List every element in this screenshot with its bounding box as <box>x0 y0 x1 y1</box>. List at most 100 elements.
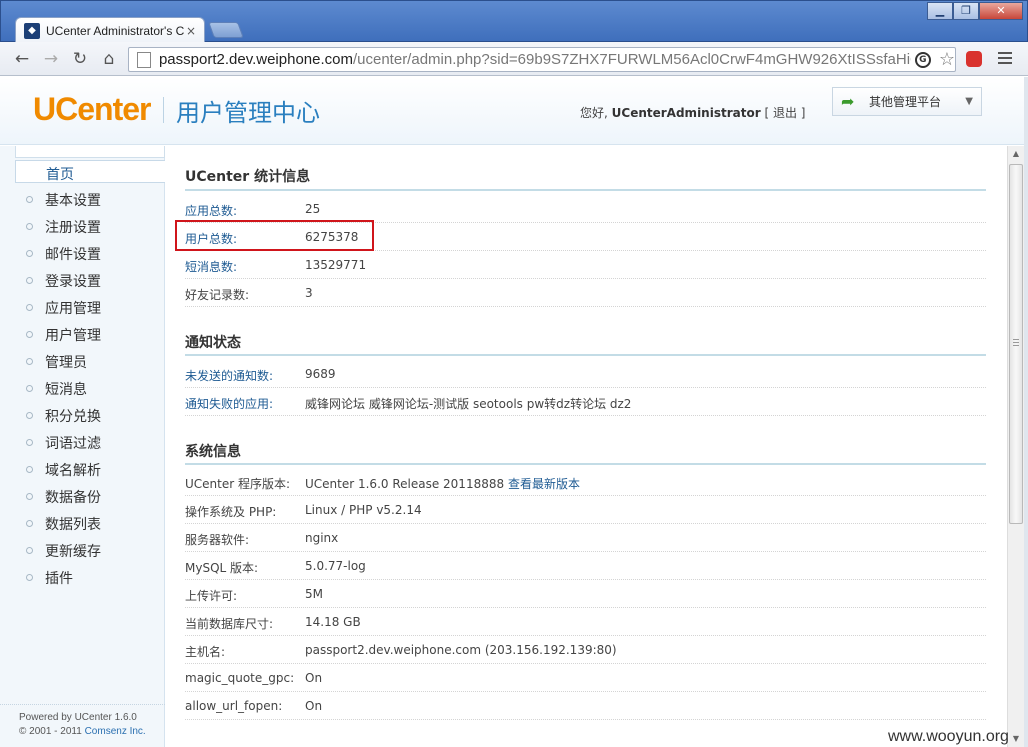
bullet-icon <box>26 412 33 419</box>
sidebar-item[interactable]: 邮件设置 <box>0 240 165 267</box>
sidebar-item[interactable]: 注册设置 <box>0 213 165 240</box>
sidebar-item[interactable]: 数据列表 <box>0 510 165 537</box>
close-window-button[interactable]: ✕ <box>979 2 1023 20</box>
sidebar-nav: 基本设置注册设置邮件设置登录设置 应用管理 用户管理管理员短消息 积分兑换 词语过滤 域名… <box>0 186 165 591</box>
info-key[interactable]: 通知失败的应用: <box>185 395 273 412</box>
sidebar-item-label: 管理员 <box>45 354 87 371</box>
info-key[interactable]: 未发送的通知数: <box>185 367 273 384</box>
sidebar-item[interactable]: 域名解析 <box>0 456 165 483</box>
sidebar-item[interactable]: 数据备份 <box>0 483 165 510</box>
section-divider <box>185 354 986 356</box>
sidebar: 首页 基本设置注册设置邮件设置登录设置 应用管理 用户管理管理员短消息 积分兑换 词语过… <box>0 146 165 747</box>
browser-tab[interactable]: ◆ UCenter Administrator's C × <box>15 17 205 44</box>
logout-link[interactable]: [ 退出 ] <box>764 106 805 120</box>
info-key[interactable]: 应用总数: <box>185 202 237 219</box>
scroll-up-icon[interactable]: ▲ <box>1008 146 1024 162</box>
bookmark-star-icon[interactable]: ☆ <box>939 49 955 70</box>
browser-toolbar: ← → ↻ ⌂ passport2.dev.weiphone.com/ucent… <box>0 42 1028 76</box>
maximize-button[interactable]: ❐ <box>953 2 979 20</box>
sidebar-item-label: 基本设置 <box>45 192 101 209</box>
ucenter-logo: UCenter <box>33 91 151 127</box>
stats-section-title: UCenter 统计信息 <box>185 169 311 185</box>
g-extension-icon[interactable]: G <box>914 51 931 68</box>
new-tab-button[interactable] <box>208 22 244 38</box>
logo-divider <box>163 97 164 123</box>
url-text[interactable]: passport2.dev.weiphone.com/ucenter/admin… <box>159 51 911 68</box>
sidebar-item[interactable]: 登录设置 <box>0 267 165 294</box>
sidebar-item[interactable]: 短消息 <box>0 375 165 402</box>
chevron-down-icon: ▼ <box>965 96 973 107</box>
home-icon[interactable]: ⌂ <box>99 49 119 69</box>
sidebar-item-label: 邮件设置 <box>45 246 101 263</box>
section-divider <box>185 189 986 191</box>
info-key: 操作系统及 PHP: <box>185 505 277 519</box>
scroll-thumb[interactable] <box>1009 164 1023 524</box>
sidebar-item[interactable]: 管理员 <box>0 348 165 375</box>
back-arrow-icon[interactable]: ← <box>12 49 32 69</box>
info-key: 上传许可: <box>185 589 238 603</box>
bullet-icon <box>26 277 33 284</box>
check-latest-version-link[interactable]: 查看最新版本 <box>508 477 580 491</box>
info-value: UCenter 1.6.0 Release 20118888 查看最新版本 <box>305 477 580 491</box>
sidebar-item-label: 注册设置 <box>45 219 101 236</box>
platform-dropdown[interactable]: ➦ 其他管理平台 ▼ <box>832 87 982 116</box>
sidebar-item[interactable]: 用户管理 <box>0 321 165 348</box>
sidebar-item[interactable]: 词语过滤 <box>0 429 165 456</box>
forward-arrow-icon[interactable]: → <box>41 49 61 69</box>
scroll-down-icon[interactable]: ▼ <box>1008 731 1024 747</box>
sidebar-footer: Powered by UCenter 1.6.0 © 2001 - 2011 C… <box>0 704 165 739</box>
info-row: 未发送的通知数: 9689 <box>185 360 986 388</box>
bullet-icon <box>26 520 33 527</box>
sidebar-item[interactable]: 应用管理 <box>0 294 165 321</box>
comsenz-link[interactable]: Comsenz Inc. <box>85 726 146 737</box>
bullet-icon <box>26 304 33 311</box>
bullet-icon <box>26 493 33 500</box>
bullet-icon <box>26 439 33 446</box>
section-divider <box>185 463 986 465</box>
info-value: Linux / PHP v5.2.14 <box>305 503 422 517</box>
info-row: 操作系统及 PHP: Linux / PHP v5.2.14 <box>185 496 986 524</box>
favicon-icon: ◆ <box>24 23 40 39</box>
minimize-button[interactable]: ▁ <box>927 2 953 20</box>
tab-title: UCenter Administrator's C <box>46 24 185 38</box>
info-row: 通知失败的应用: 威锋网论坛 威锋网论坛-测试版 seotools pw转dz转论… <box>185 388 986 416</box>
sidebar-item[interactable]: 更新缓存 <box>0 537 165 564</box>
extension-icon[interactable] <box>966 51 982 67</box>
address-bar[interactable]: passport2.dev.weiphone.com/ucenter/admin… <box>128 47 956 72</box>
bullet-icon <box>26 574 33 581</box>
main-content: UCenter 统计信息 应用总数: 25 用户总数: 6275378 短消息数: 135… <box>166 146 1007 747</box>
sidebar-item-label: 数据列表 <box>45 516 101 533</box>
highlight-box <box>175 220 374 251</box>
sidebar-item-label: 插件 <box>45 570 73 587</box>
reload-icon[interactable]: ↻ <box>70 49 90 69</box>
bullet-icon <box>26 358 33 365</box>
bullet-icon <box>26 466 33 473</box>
info-value: 威锋网论坛 威锋网论坛-测试版 seotools pw转dz转论坛 dz2 <box>305 397 632 411</box>
info-key: magic_quote_gpc: <box>185 671 295 685</box>
info-value: 13529771 <box>305 258 367 272</box>
sidebar-item[interactable]: 积分兑换 <box>0 402 165 429</box>
info-key: allow_url_fopen: <box>185 699 283 713</box>
info-row: 好友记录数: 3 <box>185 279 986 307</box>
info-value: 5.0.77-log <box>305 559 366 573</box>
sidebar-item[interactable]: 插件 <box>0 564 165 591</box>
info-row: 上传许可: 5M <box>185 580 986 608</box>
bullet-icon <box>26 250 33 257</box>
info-value: 5M <box>305 587 323 601</box>
info-row: 主机名: passport2.dev.weiphone.com (203.156.… <box>185 636 986 664</box>
sidebar-item-label: 更新缓存 <box>45 543 101 560</box>
info-row: 应用总数: 25 <box>185 195 986 223</box>
info-row: 当前数据库尺寸: 14.18 GB <box>185 608 986 636</box>
user-greeting: 您好, UCenterAdministrator [ 退出 ] <box>580 106 806 120</box>
tab-close-icon[interactable]: × <box>186 24 196 38</box>
sidebar-item[interactable]: 基本设置 <box>0 186 165 213</box>
info-key[interactable]: 短消息数: <box>185 258 237 275</box>
bullet-icon <box>26 223 33 230</box>
info-row: MySQL 版本: 5.0.77-log <box>185 552 986 580</box>
info-value: On <box>305 671 323 685</box>
menu-icon[interactable] <box>998 52 1012 67</box>
vertical-scrollbar[interactable]: ▲ ▼ <box>1007 146 1024 747</box>
sidebar-item-home[interactable]: 首页 <box>15 160 165 183</box>
info-value: 3 <box>305 286 313 300</box>
info-row: 短消息数: 13529771 <box>185 251 986 279</box>
